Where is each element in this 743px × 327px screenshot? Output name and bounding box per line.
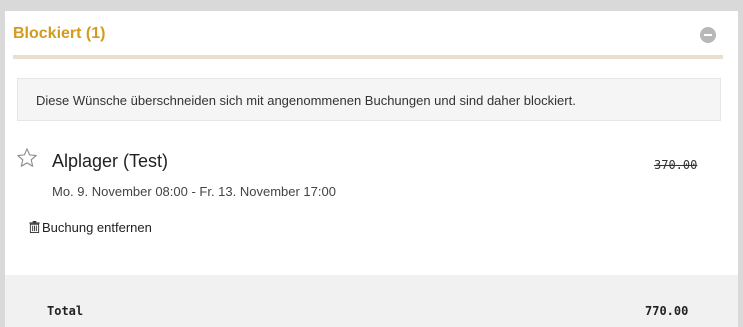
trash-icon [29, 221, 40, 233]
minus-circle-icon[interactable] [700, 27, 716, 43]
total-bar: Total 770.00 [5, 275, 738, 327]
blocked-notice: Diese Wünsche überschneiden sich mit ang… [17, 78, 721, 121]
blocked-panel: Blockiert (1) Diese Wünsche überschneide… [5, 11, 738, 327]
header-divider [13, 55, 723, 59]
section-title: Blockiert (1) [13, 25, 106, 42]
star-outline-icon[interactable] [16, 147, 38, 169]
remove-booking-button[interactable]: Buchung entfernen [29, 219, 152, 235]
section-header[interactable]: Blockiert (1) [5, 11, 738, 55]
remove-booking-label: Buchung entfernen [42, 219, 152, 235]
item-date-range: Mo. 9. November 08:00 - Fr. 13. November… [52, 184, 336, 199]
total-label: Total [47, 304, 84, 318]
total-value: 770.00 [645, 304, 689, 318]
notice-text: Diese Wünsche überschneiden sich mit ang… [36, 93, 576, 108]
item-price: 370.00 [654, 158, 698, 172]
item-title: Alplager (Test) [52, 151, 169, 171]
